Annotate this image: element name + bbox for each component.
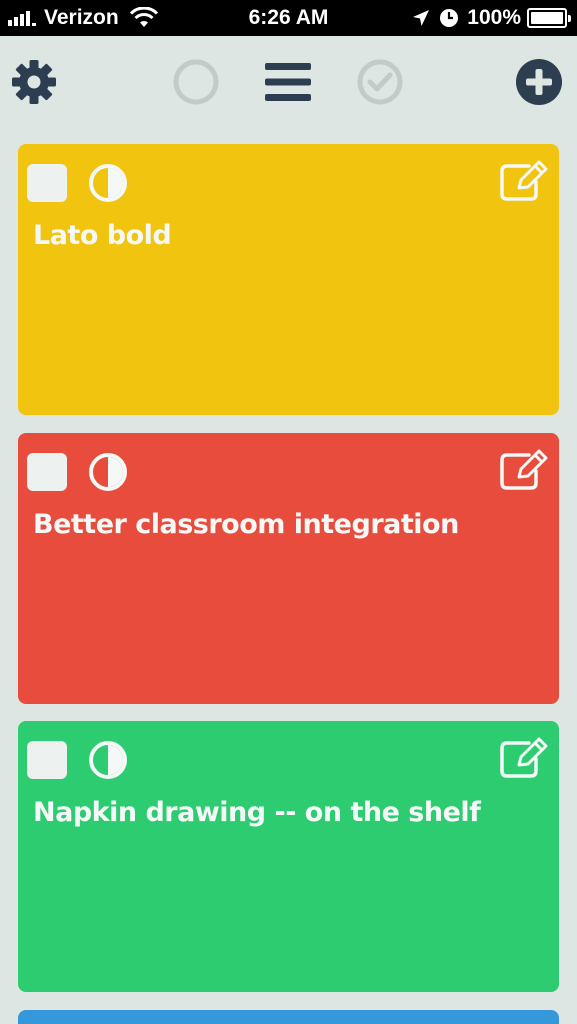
status-right: 100% [411,6,571,30]
half-circle-icon[interactable] [88,163,128,203]
task-title: Lato bold [33,220,172,251]
task-title: Better classroom integration [33,509,459,540]
battery-percent: 100% [467,6,521,29]
task-checkbox[interactable] [27,453,67,491]
plus-circle-icon [516,59,562,105]
circle-icon [173,59,219,105]
location-arrow-icon [413,10,430,26]
toolbar [0,36,577,126]
task-card[interactable]: Better classroom integration [18,433,559,704]
status-bar: Verizon 6:26 AM 100% [0,0,577,36]
battery-icon [527,8,571,28]
task-title: Napkin drawing -- on the shelf [33,797,481,828]
task-checkbox[interactable] [27,164,67,202]
filter-open-button[interactable] [171,57,221,107]
check-circle-icon [357,59,403,105]
half-circle-icon[interactable] [88,740,128,780]
half-circle-icon[interactable] [88,452,128,492]
menu-icon [265,63,311,101]
task-card[interactable]: Lato bold [18,144,559,415]
add-button[interactable] [514,57,564,107]
settings-button[interactable] [9,57,59,107]
task-checkbox[interactable] [27,741,67,779]
task-card[interactable]: Napkin drawing -- on the shelf [18,721,559,992]
list-view-button[interactable] [263,57,313,107]
edit-icon[interactable] [499,737,549,779]
filter-done-button[interactable] [355,57,405,107]
gear-icon [12,60,56,104]
edit-icon[interactable] [499,160,549,202]
edit-icon[interactable] [499,449,549,491]
alarm-clock-icon [440,9,459,27]
task-card-partial[interactable] [18,1010,559,1024]
